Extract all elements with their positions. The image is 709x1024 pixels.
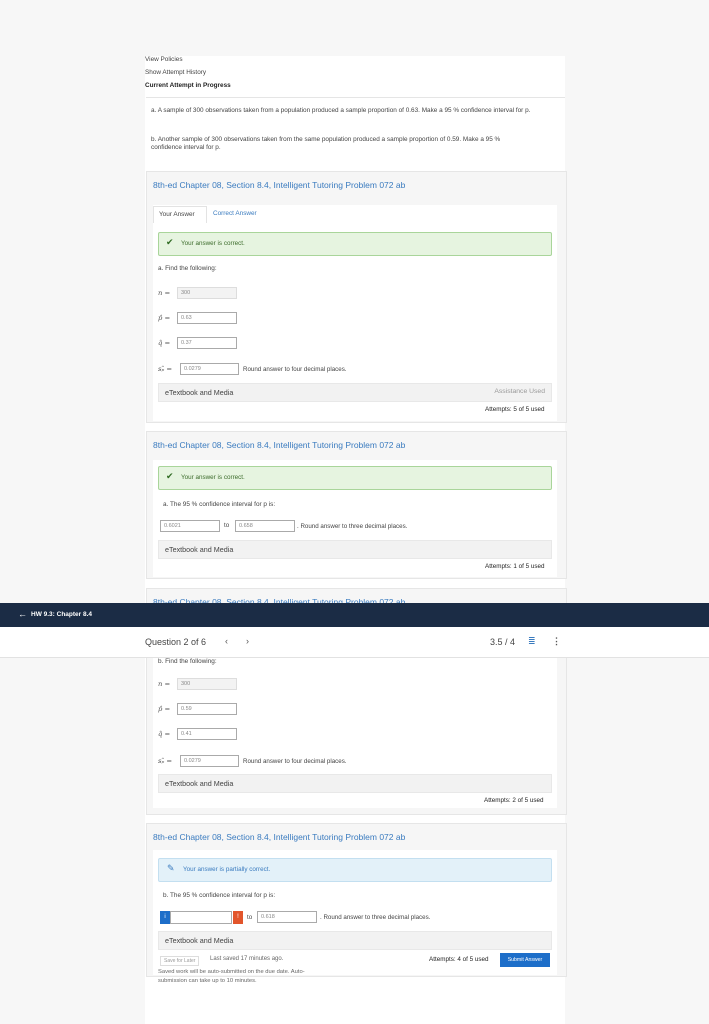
s-p-hat-label: sₚ̂ = [158,365,173,373]
assignment-title: HW 9.3: Chapter 8.4 [31,611,93,618]
q-hat-input[interactable]: 0.41 [177,728,237,740]
s-p-hat-input[interactable]: 0.0279 [180,755,239,767]
prompt-text: b. Find the following: [158,658,217,665]
n-label: n = [158,289,171,297]
etextbook-link[interactable]: eTextbook and Media [165,936,233,945]
n-input[interactable]: 300 [177,287,237,299]
etextbook-bar[interactable]: eTextbook and Media [158,931,552,950]
assignment-topbar: ← HW 9.3: Chapter 8.4 [0,603,709,627]
etextbook-link[interactable]: eTextbook and Media [165,779,233,788]
round-hint: . Round answer to three decimal places. [320,914,431,921]
section-title: 8th-ed Chapter 08, Section 8.4, Intellig… [153,440,406,450]
attempts-count: Attempts: 4 of 5 used [429,956,489,963]
section-title: 8th-ed Chapter 08, Section 8.4, Intellig… [153,832,406,842]
interval-high-input[interactable]: 0.618 [257,911,317,923]
more-options-icon[interactable]: ⋮ [552,636,561,647]
n-label: n = [158,680,171,688]
submit-answer-button[interactable]: Submit Answer [500,953,550,967]
prompt-text: b. The 95 % confidence interval for p is… [163,892,276,899]
error-icon[interactable]: ! [233,911,243,924]
problem-part-b-line1: b. Another sample of 300 observations ta… [151,136,501,143]
save-for-later-button[interactable]: Save for Later [160,956,200,966]
round-hint: . Round answer to three decimal places. [297,523,408,530]
question-counter: Question 2 of 6 [145,637,207,647]
score-display: 3.5 / 4 [490,637,516,647]
p-hat-input[interactable]: 0.63 [177,312,237,324]
partially-correct-alert: ✎ Your answer is partially correct. [158,858,552,882]
checkmark-icon: ✔ [166,237,174,247]
etextbook-bar[interactable]: eTextbook and Media [158,540,552,559]
etextbook-bar[interactable]: eTextbook and Media Assistance Used [158,383,552,402]
to-label: to [247,914,253,921]
question-bar: Question 2 of 6 ‹ › 3.5 / 4 ≣ ⋮ [0,627,709,658]
interval-low-input[interactable] [170,911,232,924]
show-attempt-history-link[interactable]: Show Attempt History [145,69,206,76]
last-saved-text: Last saved 17 minutes ago. [210,956,284,962]
alert-message: Your answer is correct. [181,474,245,481]
round-hint: Round answer to four decimal places. [243,758,347,765]
attempts-count: Attempts: 5 of 5 used [485,406,545,413]
n-input[interactable]: 300 [177,678,237,690]
section-title: 8th-ed Chapter 08, Section 8.4, Intellig… [153,180,406,190]
assistance-used-label: Assistance Used [494,388,545,395]
prompt-text: a. The 95 % confidence interval for p is… [163,501,276,508]
q-hat-input[interactable]: 0.37 [177,337,237,349]
tab-your-answer[interactable]: Your Answer [153,206,207,223]
to-label: to [224,522,230,529]
q-hat-label: q̂ = [158,339,171,347]
problem-statement: a. A sample of 300 observations taken fr… [146,97,565,162]
interval-low-input[interactable]: 0.6021 [160,520,220,532]
alert-message: Your answer is partially correct. [183,866,271,873]
tab-your-answer-label: Your Answer [159,211,195,218]
attempts-count: Attempts: 2 of 5 used [484,797,544,804]
pencil-icon: ✎ [167,863,175,873]
p-hat-label: p̂ = [158,705,171,713]
question-list-icon[interactable]: ≣ [528,636,536,647]
prompt-text: a. Find the following: [158,265,217,272]
p-hat-input[interactable]: 0.59 [177,703,237,715]
correct-alert: ✔ Your answer is correct. [158,466,552,490]
autosubmit-note-line1: Saved work will be auto-submitted on the… [158,969,305,975]
autosubmit-note-line2: submission can take up to 10 minutes. [158,978,257,984]
previous-question-button[interactable]: ‹ [225,636,228,646]
etextbook-link[interactable]: eTextbook and Media [165,388,233,397]
back-arrow-icon[interactable]: ← [18,609,27,619]
round-hint: Round answer to four decimal places. [243,366,347,373]
current-attempt-label: Current Attempt in Progress [145,82,231,89]
etextbook-bar[interactable]: eTextbook and Media [158,774,552,793]
tab-correct-answer[interactable]: Correct Answer [213,210,257,217]
p-hat-label: p̂ = [158,314,171,322]
s-p-hat-input[interactable]: 0.0279 [180,363,239,375]
next-question-button[interactable]: › [246,636,249,646]
s-p-hat-label: sₚ̂ = [158,757,173,765]
attempts-count: Attempts: 1 of 5 used [485,563,545,570]
problem-part-a: a. A sample of 300 observations taken fr… [151,107,531,114]
checkmark-icon: ✔ [166,471,174,481]
correct-alert: ✔ Your answer is correct. [158,232,552,256]
interval-high-input[interactable]: 0.658 [235,520,295,532]
etextbook-link[interactable]: eTextbook and Media [165,545,233,554]
alert-message: Your answer is correct. [181,240,245,247]
q-hat-label: q̂ = [158,730,171,738]
view-policies-link[interactable]: View Policies [145,56,183,63]
problem-part-b-line2: confidence interval for p. [151,144,221,151]
info-icon[interactable]: i [160,911,170,924]
